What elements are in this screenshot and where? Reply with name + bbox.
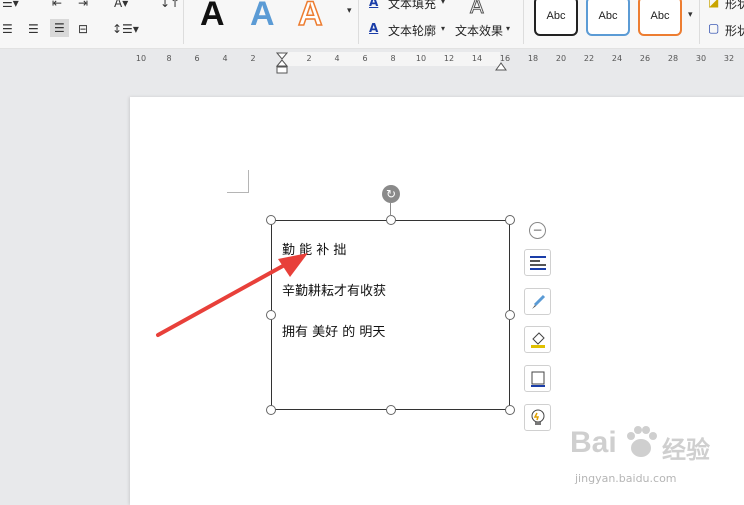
ruler-label: 2 [306, 54, 312, 63]
ribbon-divider [699, 0, 700, 44]
shape-fill-button[interactable]: 形状 [725, 0, 744, 12]
distribute-icon[interactable]: ⊟ [78, 22, 88, 36]
ruler-label: 26 [639, 54, 651, 63]
ruler-label: 30 [695, 54, 707, 63]
resize-handle-bottom-right[interactable] [505, 405, 515, 415]
align-right-icon[interactable]: ☰ [28, 22, 39, 36]
shape-style-orange[interactable]: Abc [638, 0, 682, 36]
margin-corner-mark [227, 170, 249, 193]
resize-handle-bottom[interactable] [386, 405, 396, 415]
shape-style-more-icon[interactable]: ▾ [688, 10, 693, 20]
fill-icon [530, 331, 545, 348]
ruler-label: 4 [222, 54, 228, 63]
text-fill-dropdown-icon[interactable]: ▾ [441, 0, 445, 6]
shape-style-side-button[interactable] [524, 288, 551, 315]
wordart-style-black[interactable]: A [200, 0, 225, 34]
watermark-url: jingyan.baidu.com [575, 472, 677, 485]
ruler-label: 22 [583, 54, 595, 63]
ruler-label: 18 [527, 54, 539, 63]
ribbon-divider [523, 0, 524, 44]
ruler-label: 14 [471, 54, 483, 63]
ruler-label: 4 [334, 54, 340, 63]
ruler-label: 2 [250, 54, 256, 63]
text-outline-icon[interactable]: A [369, 21, 378, 35]
text-outline-button[interactable]: 文本轮廓 [388, 22, 436, 39]
annotation-arrow [156, 253, 308, 337]
shape-style-blue[interactable]: Abc [586, 0, 630, 36]
rotate-handle-icon[interactable]: ↻ [382, 185, 400, 203]
wordart-style-orange[interactable]: A [297, 0, 323, 34]
text-fill-button[interactable]: 文本填充 [388, 0, 436, 12]
brush-icon [531, 294, 545, 309]
baidu-watermark: Bai 经验 jingyan.baidu.com [570, 420, 740, 500]
shape-style-black[interactable]: Abc [534, 0, 578, 36]
collapse-toolbar-button[interactable]: − [529, 222, 546, 239]
increase-indent-icon[interactable]: ⇥ [78, 0, 88, 10]
ruler-label: 10 [415, 54, 427, 63]
ruler-label: 12 [443, 54, 455, 63]
shape-outline-icon[interactable]: ▢ [708, 21, 719, 35]
shape-outline-side-button[interactable] [524, 365, 551, 392]
watermark-brand: Bai [570, 426, 617, 459]
text-outline-dropdown-icon[interactable]: ▾ [441, 24, 445, 33]
layout-icon [529, 255, 546, 270]
wordart-style-blue[interactable]: A [250, 0, 275, 34]
wordart-more-icon[interactable]: ▾ [347, 6, 352, 16]
text-effect-icon[interactable]: A [470, 0, 485, 19]
ruler-label: 8 [390, 54, 396, 63]
resize-handle-bottom-left[interactable] [266, 405, 276, 415]
shape-fill-icon[interactable]: ◪ [708, 0, 719, 9]
ribbon-divider [183, 0, 184, 44]
resize-handle-top[interactable] [386, 215, 396, 225]
right-indent-marker-icon[interactable] [495, 62, 507, 72]
paw-icon [627, 426, 657, 457]
decrease-indent-icon[interactable]: ⇤ [52, 0, 62, 10]
indent-marker-icon[interactable] [276, 52, 288, 74]
lightbulb-icon [531, 409, 544, 425]
smart-tips-button[interactable] [524, 404, 551, 431]
border-icon [530, 371, 545, 387]
bullet-list-icon[interactable]: ☰▾ [2, 0, 19, 10]
resize-handle-right[interactable] [505, 310, 515, 320]
ruler-label: 24 [611, 54, 623, 63]
rotate-stem [390, 203, 391, 216]
shape-fill-side-button[interactable] [524, 326, 551, 353]
shape-outline-button[interactable]: 形状 [725, 22, 744, 39]
watermark-suffix: 经验 [662, 437, 710, 464]
ribbon-toolbar: ☰▾ ⇤ ⇥ Ä▾ ↓↑ ☰ ☰ ☰ ⊟ ↕☰▾ A A A ▾ A 文本填充 … [0, 0, 744, 49]
text-effect-dropdown-icon[interactable]: ▾ [506, 24, 510, 33]
char-spacing-icon[interactable]: Ä▾ [114, 0, 128, 10]
ruler-label: 28 [667, 54, 679, 63]
ruler-label: 10 [135, 54, 147, 63]
line-spacing-icon[interactable]: ↕☰▾ [112, 22, 139, 36]
ruler-label: 8 [166, 54, 172, 63]
sort-icon[interactable]: ↓↑ [160, 0, 180, 10]
justify-icon[interactable]: ☰ [50, 19, 69, 37]
layout-options-button[interactable] [524, 249, 551, 276]
align-left-icon[interactable]: ☰ [2, 22, 13, 36]
text-effect-button[interactable]: 文本效果 [455, 22, 503, 39]
ruler-label: 6 [194, 54, 200, 63]
ruler-label: 6 [362, 54, 368, 63]
resize-handle-top-left[interactable] [266, 215, 276, 225]
ribbon-divider [358, 0, 359, 44]
ruler-label: 20 [555, 54, 567, 63]
resize-handle-top-right[interactable] [505, 215, 515, 225]
ruler-label: 32 [723, 54, 735, 63]
text-fill-icon[interactable]: A [369, 0, 378, 9]
